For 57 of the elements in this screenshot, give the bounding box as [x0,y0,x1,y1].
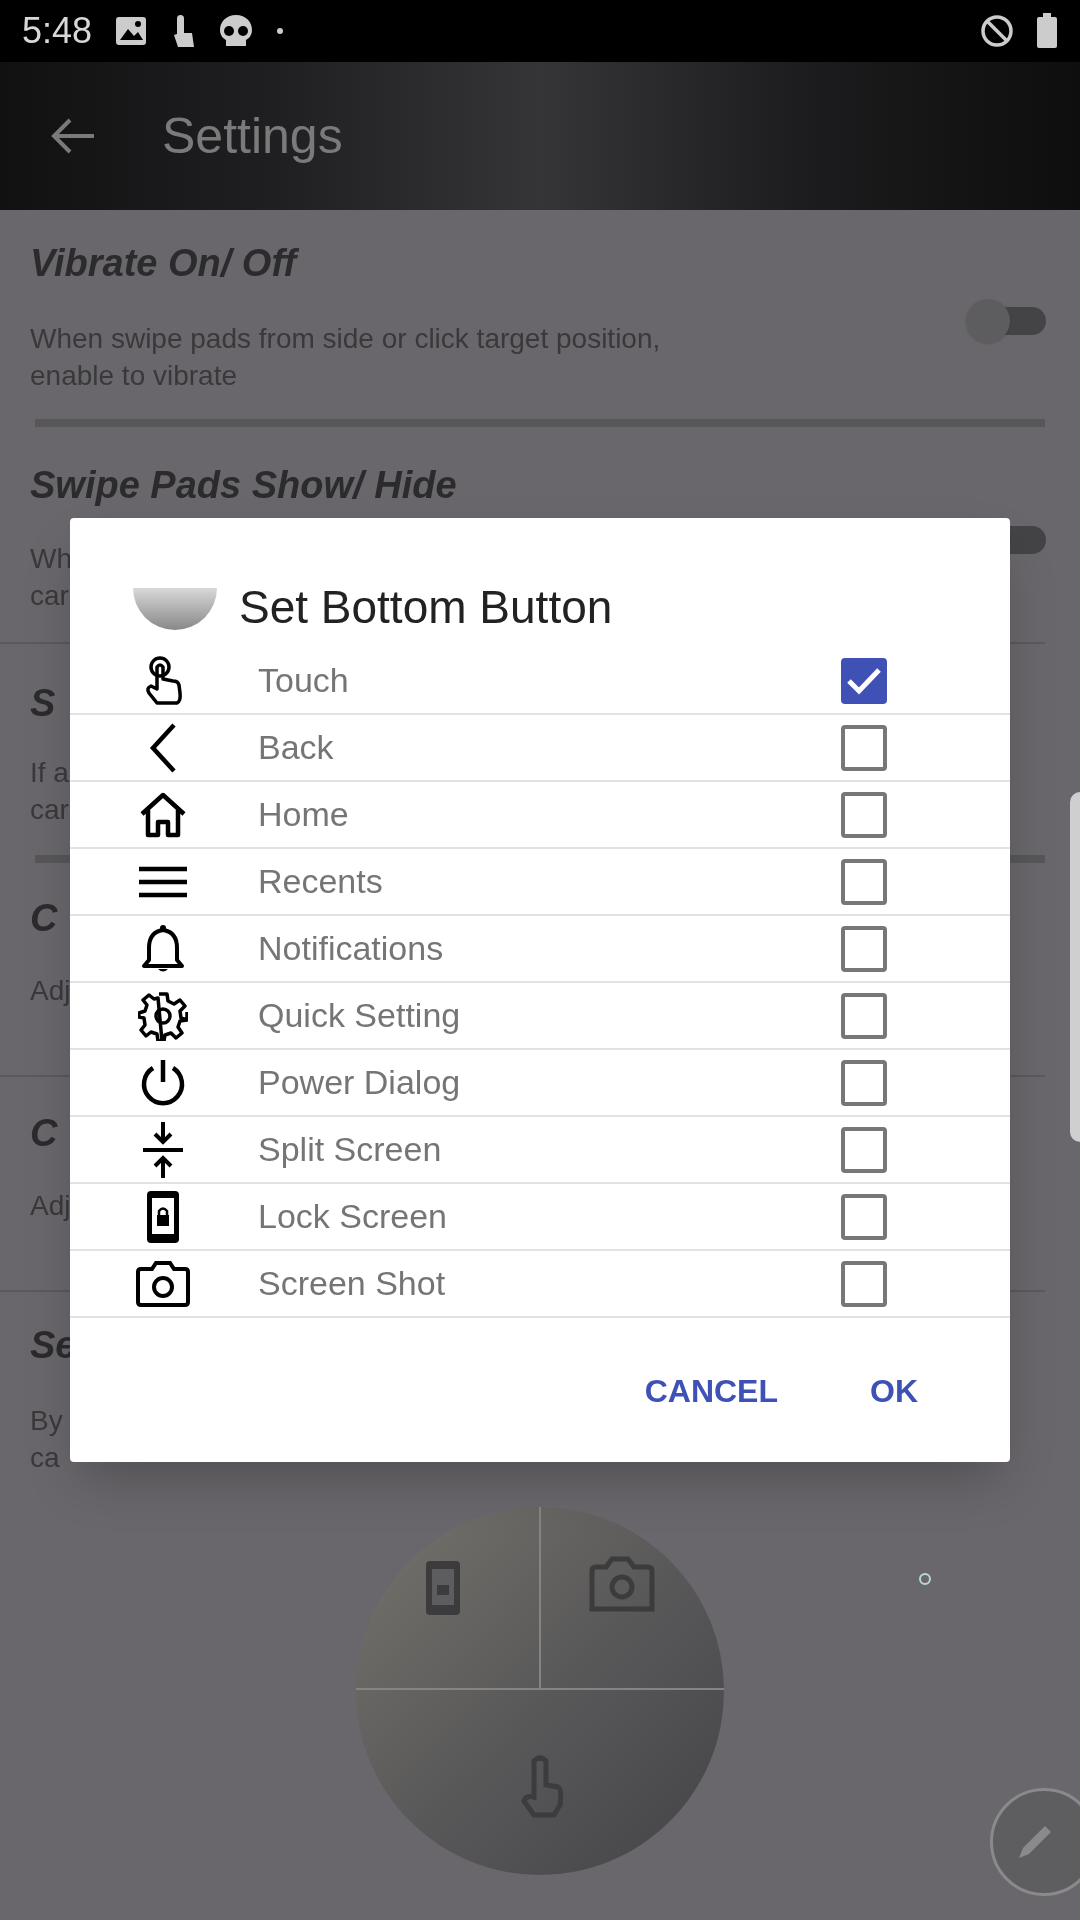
setting-title: Swipe Pads Show/ Hide [30,463,457,508]
option-label: Screen Shot [258,1263,447,1304]
camera-icon [136,1260,190,1307]
home-icon [138,791,188,838]
checkbox[interactable] [841,657,887,704]
option-label: Quick Setting [258,995,462,1036]
back-arrow-icon[interactable] [50,116,96,156]
settings-icon [138,990,188,1041]
option-row[interactable]: Touch [70,648,1010,715]
option-label: Home [258,794,350,835]
blocked-icon [980,14,1014,48]
option-row[interactable]: Home [70,782,1010,849]
dot-icon [276,27,285,35]
bell-icon [141,923,185,974]
option-row[interactable]: Split Screen [70,1117,1010,1184]
ring-icon [918,1572,932,1586]
checkbox[interactable] [841,1260,887,1307]
split-icon [141,1121,185,1178]
checkbox[interactable] [841,724,887,771]
option-row[interactable]: Quick Setting [70,983,1010,1050]
power-icon [139,1057,187,1108]
setting-title: S [30,681,56,726]
option-row[interactable]: Power Dialog [70,1050,1010,1117]
battery-icon [1036,13,1058,49]
option-label: Split Screen [258,1129,443,1170]
chevron-left-icon [148,721,178,774]
option-label: Back [258,727,335,768]
checkbox[interactable] [841,858,887,905]
checkbox[interactable] [841,791,887,838]
menu-icon [139,864,187,899]
option-row[interactable]: Screen Shot [70,1251,1010,1318]
option-label: Lock Screen [258,1196,448,1237]
option-label: Recents [258,861,384,902]
option-row[interactable]: Notifications [70,916,1010,983]
checkbox[interactable] [841,1193,887,1240]
option-label: Power Dialog [258,1062,462,1103]
status-time: 5:48 [22,9,93,53]
dome-icon [133,585,217,630]
option-row[interactable]: Recents [70,849,1010,916]
phone-lock-icon [145,1188,181,1245]
option-label: Touch [258,660,350,701]
touch-icon [143,654,183,707]
option-row[interactable]: Back [70,715,1010,782]
option-row[interactable]: Lock Screen [70,1184,1010,1251]
setting-title: C [30,896,58,941]
checkbox[interactable] [841,1126,887,1173]
checkbox[interactable] [841,925,887,972]
setting-title: C [30,1111,58,1156]
checkbox[interactable] [841,992,887,1039]
app-bar-title: Settings [162,106,343,166]
skull-icon [218,13,255,49]
cancel-button[interactable]: CANCEL [628,1361,794,1421]
ok-button[interactable]: OK [854,1361,934,1421]
option-label: Notifications [258,928,445,969]
checkbox[interactable] [841,1059,887,1106]
image-icon [114,15,149,47]
dialog-title: Set Bottom Button [239,580,613,635]
